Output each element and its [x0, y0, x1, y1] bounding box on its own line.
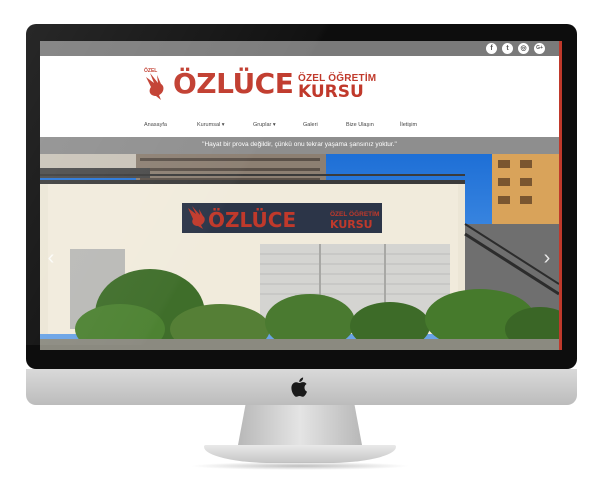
- building-photo: ÖZLÜCE ÖZEL ÖĞRETİM KURSU: [40, 154, 559, 350]
- svg-text:ÖZLÜCE: ÖZLÜCE: [208, 208, 296, 232]
- googleplus-icon[interactable]: G+: [534, 43, 545, 54]
- svg-text:ÖZEL ÖĞRETİM: ÖZEL ÖĞRETİM: [330, 209, 379, 218]
- nav-item-kurumsal[interactable]: Kurumsal ▾: [197, 122, 225, 128]
- stand-shadow: [190, 462, 410, 470]
- twitter-icon[interactable]: t: [502, 43, 513, 54]
- nav-item-galeri[interactable]: Galeri: [303, 122, 318, 128]
- monitor-stand-base: [204, 445, 396, 463]
- main-nav: Anasayfa Kurumsal ▾ Gruplar ▾ Galeri Biz…: [40, 116, 559, 137]
- nav-item-anasayfa[interactable]: Anasayfa: [144, 122, 167, 128]
- nav-item-bize-ulasin[interactable]: Bize Ulaşın: [346, 122, 374, 128]
- slider-prev-arrow[interactable]: ‹: [46, 248, 56, 268]
- nav-item-gruplar[interactable]: Gruplar ▾: [253, 122, 276, 128]
- nav-item-iletisim[interactable]: İletişim: [400, 122, 417, 128]
- logo-subtitle-kursu: KURSU: [298, 82, 364, 102]
- facebook-icon[interactable]: f: [486, 43, 497, 54]
- site-header: ÖZEL ÖZLÜCE ÖZEL ÖĞRETİM KURSU: [40, 56, 559, 116]
- scrollbar-accent[interactable]: [559, 41, 562, 350]
- monitor-stand-neck: [238, 405, 362, 445]
- website-screen: f t ◎ G+ ÖZEL ÖZLÜCE ÖZEL ÖĞRETİM KURSU …: [40, 41, 562, 350]
- svg-text:KURSU: KURSU: [330, 218, 373, 231]
- apple-logo-icon: [291, 377, 307, 397]
- slogan-text: "Hayat bir prova değildir, çünkü onu tek…: [202, 141, 397, 148]
- slogan-bar: "Hayat bir prova değildir, çünkü onu tek…: [40, 137, 559, 154]
- bird-logo-icon[interactable]: [144, 71, 166, 101]
- instagram-icon[interactable]: ◎: [518, 43, 529, 54]
- hero-slider[interactable]: ÖZLÜCE ÖZEL ÖĞRETİM KURSU ‹ ›: [40, 154, 559, 350]
- slider-next-arrow[interactable]: ›: [542, 248, 552, 268]
- logo-name[interactable]: ÖZLÜCE: [173, 69, 294, 99]
- top-bar: f t ◎ G+: [40, 41, 562, 56]
